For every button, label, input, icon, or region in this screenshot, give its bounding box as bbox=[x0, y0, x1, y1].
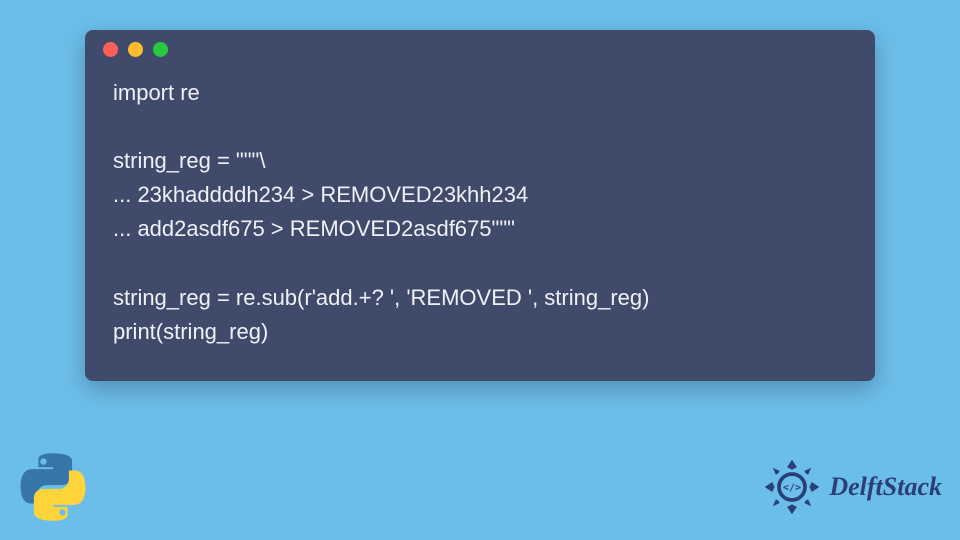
delftstack-name: DelftStack bbox=[829, 472, 942, 502]
code-line: string_reg = re.sub(r'add.+? ', 'REMOVED… bbox=[113, 285, 649, 310]
delftstack-logo: </> DelftStack bbox=[761, 456, 942, 518]
code-line: print(string_reg) bbox=[113, 319, 268, 344]
python-logo-icon bbox=[18, 452, 88, 522]
svg-text:</>: </> bbox=[783, 483, 801, 494]
code-window: import re string_reg = """\ ... 23khaddd… bbox=[85, 30, 875, 381]
code-line: string_reg = """\ bbox=[113, 148, 265, 173]
delftstack-emblem-icon: </> bbox=[761, 456, 823, 518]
code-line: ... add2asdf675 > REMOVED2asdf675""" bbox=[113, 216, 515, 241]
window-titlebar bbox=[85, 30, 875, 68]
maximize-icon bbox=[153, 42, 168, 57]
close-icon bbox=[103, 42, 118, 57]
code-line: import re bbox=[113, 80, 200, 105]
minimize-icon bbox=[128, 42, 143, 57]
code-line: ... 23khaddddh234 > REMOVED23khh234 bbox=[113, 182, 528, 207]
code-body: import re string_reg = """\ ... 23khaddd… bbox=[85, 68, 875, 359]
